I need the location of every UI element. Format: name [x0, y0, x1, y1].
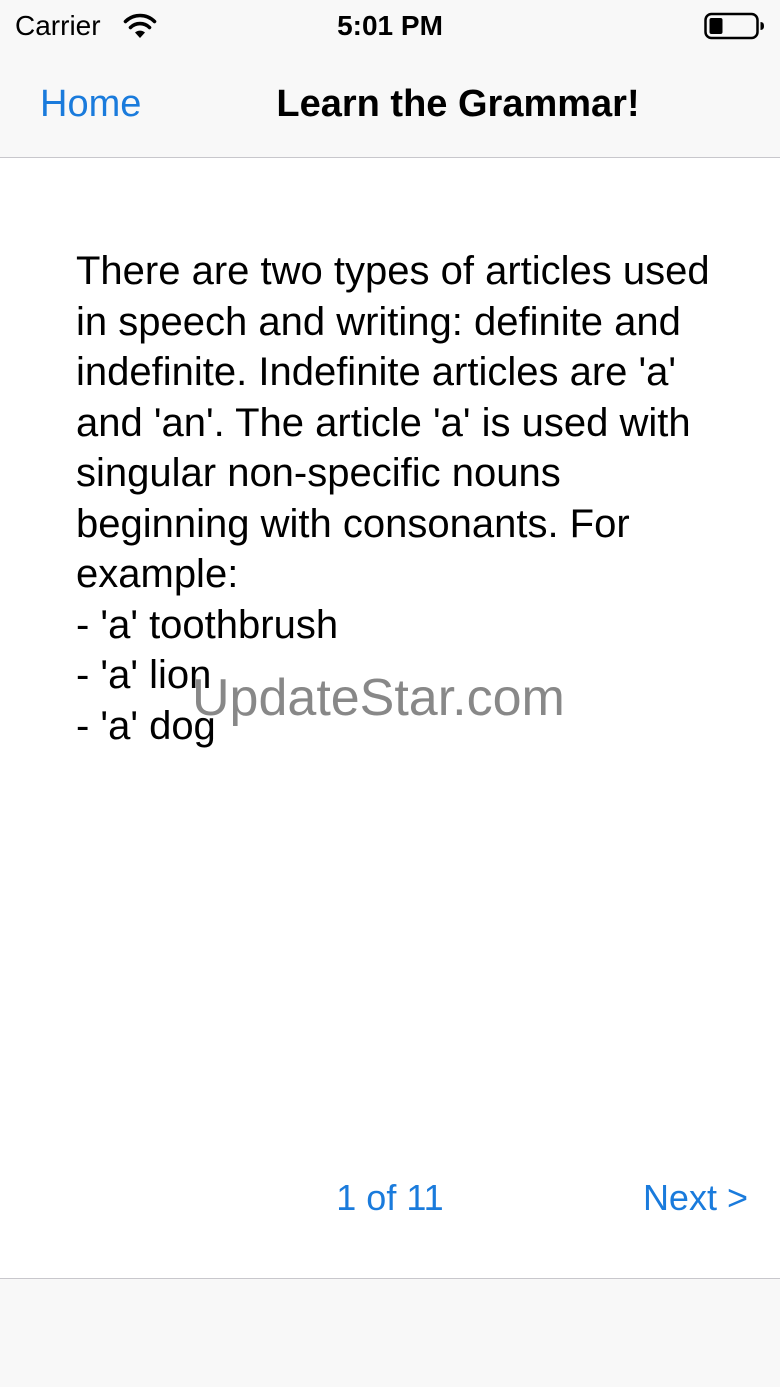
example-list: - 'a' toothbrush - 'a' lion - 'a' dog — [76, 600, 716, 752]
battery-icon — [704, 12, 764, 40]
page-indicator: 1 of 11 — [336, 1177, 444, 1218]
navigation-bar: Home Learn the Grammar! — [0, 50, 780, 158]
page-title: Learn the Grammar! — [276, 83, 640, 125]
next-button-label: Next — [642, 1177, 717, 1218]
home-button[interactable]: Home — [40, 82, 141, 126]
example-item: - 'a' toothbrush — [76, 602, 339, 647]
example-item: - 'a' dog — [76, 703, 216, 748]
lesson-content: There are two types of articles used in … — [76, 246, 716, 751]
status-time: 5:01 PM — [337, 10, 443, 41]
status-bar: Carrier 5:01 PM — [0, 0, 780, 50]
example-item: - 'a' lion — [76, 653, 212, 697]
chevron-right-icon: > — [726, 1177, 748, 1218]
bottom-toolbar — [0, 1278, 780, 1387]
screen: Carrier 5:01 PM Home Learn the Grammar! … — [0, 0, 780, 1387]
lesson-paragraph: There are two types of articles used in … — [76, 249, 710, 596]
next-button[interactable]: Next > — [643, 1176, 748, 1220]
